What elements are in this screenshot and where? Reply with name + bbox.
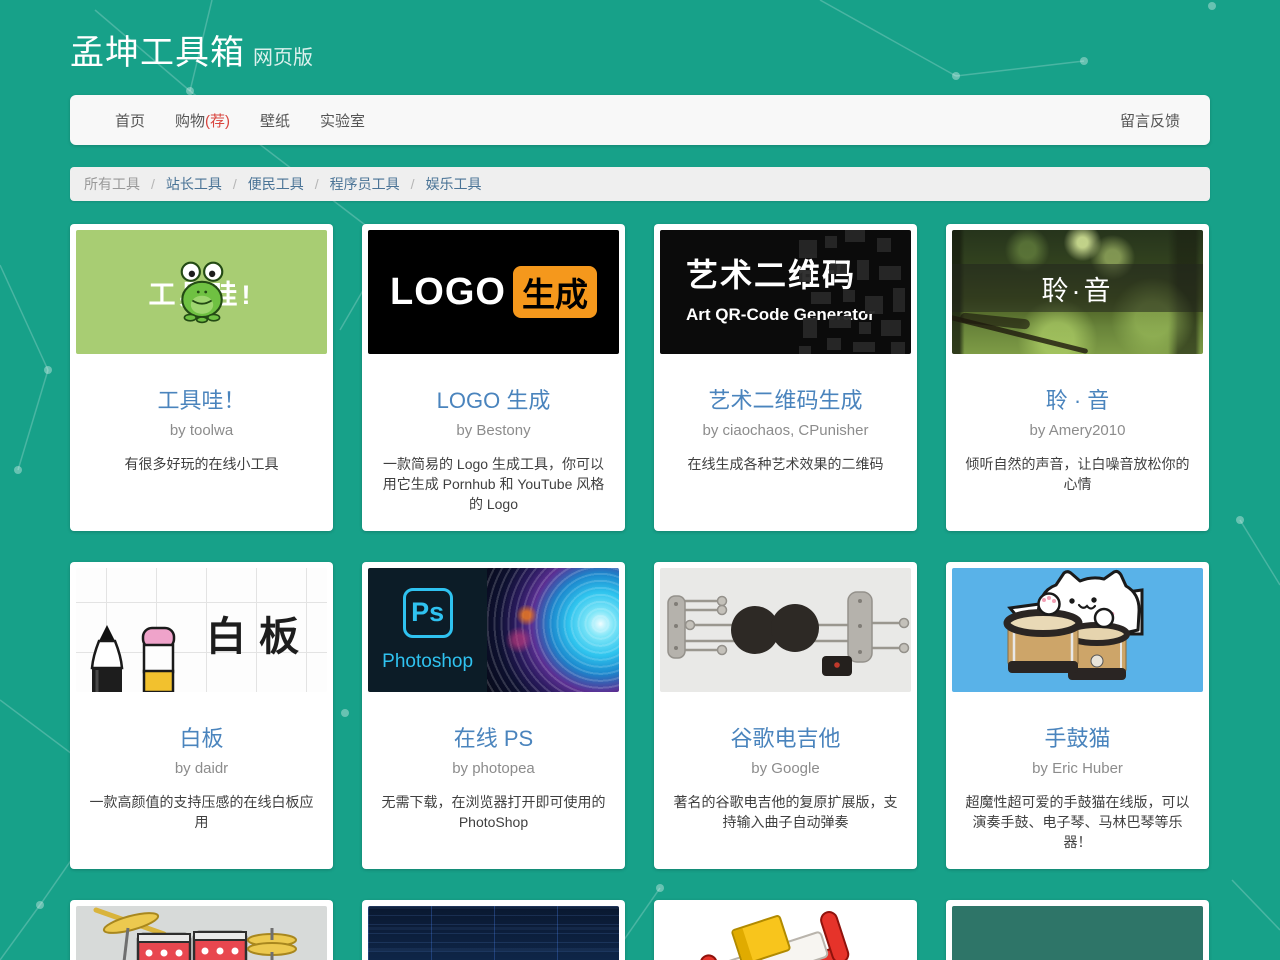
guitar-doodle-icon — [660, 568, 911, 692]
filter-programmer-tools[interactable]: 程序员工具 — [330, 174, 400, 194]
drum-kit-icon — [76, 906, 327, 960]
filter-separator: / — [233, 176, 237, 192]
art-qr-banner[interactable]: 艺术二维码 Art QR-Code Generator — [660, 230, 911, 354]
whiteboard-banner-text: 白板 — [206, 604, 312, 662]
tool-card-online-ps[interactable]: Ps Photoshop 在线 PS by photopea 无需下载，在浏览器… — [362, 562, 625, 869]
listen-banner[interactable]: 聆·音 — [952, 230, 1203, 354]
tool-card-google-guitar[interactable]: 谷歌电吉他 by Google 著名的谷歌电吉他的复原扩展版，支持输入曲子自动弹… — [654, 562, 917, 869]
nav-shop-recommended-badge: (荐) — [205, 113, 230, 130]
tool-author: by ciaochaos, CPunisher — [660, 422, 911, 439]
tool-card-listen[interactable]: 聆·音 聆 · 音 by Amery2010 倾听自然的声音，让白噪音放松你的心… — [946, 224, 1209, 531]
tool-title[interactable]: 工具哇！ — [76, 383, 327, 415]
tool-card-dark-green[interactable] — [946, 900, 1209, 960]
filter-separator: / — [151, 176, 155, 192]
tool-description: 有很多好玩的在线小工具 — [86, 455, 317, 475]
tool-description: 一款高颜值的支持压感的在线白板应用 — [86, 793, 317, 833]
qr-code-pattern — [799, 230, 911, 354]
dark-green-banner[interactable] — [952, 906, 1203, 960]
tool-title[interactable]: 在线 PS — [368, 721, 619, 753]
tool-title[interactable]: 手鼓猫 — [952, 721, 1203, 753]
nav-item-home[interactable]: 首页 — [115, 110, 145, 131]
tool-author: by Amery2010 — [952, 422, 1203, 439]
tool-title[interactable]: LOGO 生成 — [368, 383, 619, 415]
tool-description: 倾听自然的声音，让白噪音放松你的心情 — [962, 455, 1193, 495]
ps-logo-icon: Ps — [403, 588, 453, 638]
tool-author: by photopea — [368, 760, 619, 777]
drum-kit-banner[interactable] — [76, 906, 327, 960]
nav-item-wallpaper[interactable]: 壁纸 — [260, 110, 290, 131]
tool-author: by toolwa — [76, 422, 327, 439]
tool-author: by daidr — [76, 760, 327, 777]
tool-author: by Bestony — [368, 422, 619, 439]
audio-editor-banner[interactable] — [368, 906, 619, 960]
photoshop-banner-text: Photoshop — [382, 651, 473, 673]
tool-card-grid: 工具哇! 工具哇！ by toolwa 有很多好玩的在线小工具 LOGO 生成 … — [70, 224, 1210, 960]
frog-icon — [175, 260, 229, 324]
tool-card-logo-generator[interactable]: LOGO 生成 LOGO 生成 by Bestony 一款简易的 Logo 生成… — [362, 224, 625, 531]
game-console-icon — [660, 906, 911, 960]
bongo-cat-banner[interactable] — [952, 568, 1203, 692]
site-subtitle: 网页版 — [253, 47, 313, 69]
tool-card-bongo-cat[interactable]: 手鼓猫 by Eric Huber 超魔性超可爱的手鼓猫在线版，可以演奏手鼓、电… — [946, 562, 1209, 869]
game-console-banner[interactable] — [660, 906, 911, 960]
bongo-cat-icon — [952, 568, 1203, 692]
tool-title[interactable]: 白板 — [76, 721, 327, 753]
site-title: 孟坤工具箱 — [70, 34, 245, 72]
listen-banner-text: 聆·音 — [1042, 269, 1114, 308]
filter-convenience-tools[interactable]: 便民工具 — [248, 174, 304, 194]
tool-card-art-qr[interactable]: 艺术二维码 Art QR-Code Generator 艺术二维码生成 by c… — [654, 224, 917, 531]
filter-webmaster-tools[interactable]: 站长工具 — [166, 174, 222, 194]
tool-description: 著名的谷歌电吉他的复原扩展版，支持输入曲子自动弹奏 — [670, 793, 901, 833]
tool-description: 一款简易的 Logo 生成工具，你可以用它生成 Pornhub 和 YouTub… — [378, 455, 609, 515]
tool-card-audio-editor[interactable] — [362, 900, 625, 960]
nav-item-lab[interactable]: 实验室 — [320, 110, 365, 131]
site-header: 孟坤工具箱网页版 — [70, 0, 1210, 67]
photoshop-logo-panel: Ps Photoshop — [368, 568, 487, 692]
main-navbar: 首页 购物(荐) 壁纸 实验室 留言反馈 — [70, 95, 1210, 145]
guitar-banner[interactable] — [660, 568, 911, 692]
tool-title[interactable]: 谷歌电吉他 — [660, 721, 911, 753]
pen-and-eraser-icon — [76, 568, 196, 692]
tool-title[interactable]: 艺术二维码生成 — [660, 383, 911, 415]
logo-banner-text-white: LOGO — [390, 271, 506, 314]
nav-item-shop[interactable]: 购物(荐) — [175, 110, 230, 131]
filter-entertainment-tools[interactable]: 娱乐工具 — [426, 174, 482, 194]
filter-separator: / — [411, 176, 415, 192]
tool-description: 超魔性超可爱的手鼓猫在线版，可以演奏手鼓、电子琴、马林巴琴等乐器！ — [962, 793, 1193, 853]
tool-card-whiteboard[interactable]: 白板 白板 by daidr 一款高颜值的支持压感的在线白板应用 — [70, 562, 333, 869]
whiteboard-banner[interactable]: 白板 — [76, 568, 327, 692]
nav-item-feedback[interactable]: 留言反馈 — [1120, 110, 1180, 131]
tool-description: 无需下载，在浏览器打开即可使用的 PhotoShop — [378, 793, 609, 833]
tool-title[interactable]: 聆 · 音 — [952, 383, 1203, 415]
category-filter-bar: 所有工具 / 站长工具 / 便民工具 / 程序员工具 / 娱乐工具 — [70, 167, 1210, 201]
tool-author: by Google — [660, 760, 911, 777]
tool-description: 在线生成各种艺术效果的二维码 — [670, 455, 901, 475]
logo-banner-text-orange: 生成 — [513, 266, 597, 318]
photoshop-banner[interactable]: Ps Photoshop — [368, 568, 619, 692]
tool-card-toolwa[interactable]: 工具哇! 工具哇！ by toolwa 有很多好玩的在线小工具 — [70, 224, 333, 531]
tool-card-game-console[interactable] — [654, 900, 917, 960]
tool-author: by Eric Huber — [952, 760, 1203, 777]
filter-separator: / — [315, 176, 319, 192]
logo-generator-banner[interactable]: LOGO 生成 — [368, 230, 619, 354]
swirl-artwork — [487, 568, 619, 692]
tool-card-drum-kit[interactable] — [70, 900, 333, 960]
listen-banner-band: 聆·音 — [952, 264, 1203, 312]
toolwa-banner[interactable]: 工具哇! — [76, 230, 327, 354]
filter-all-tools[interactable]: 所有工具 — [84, 174, 140, 194]
